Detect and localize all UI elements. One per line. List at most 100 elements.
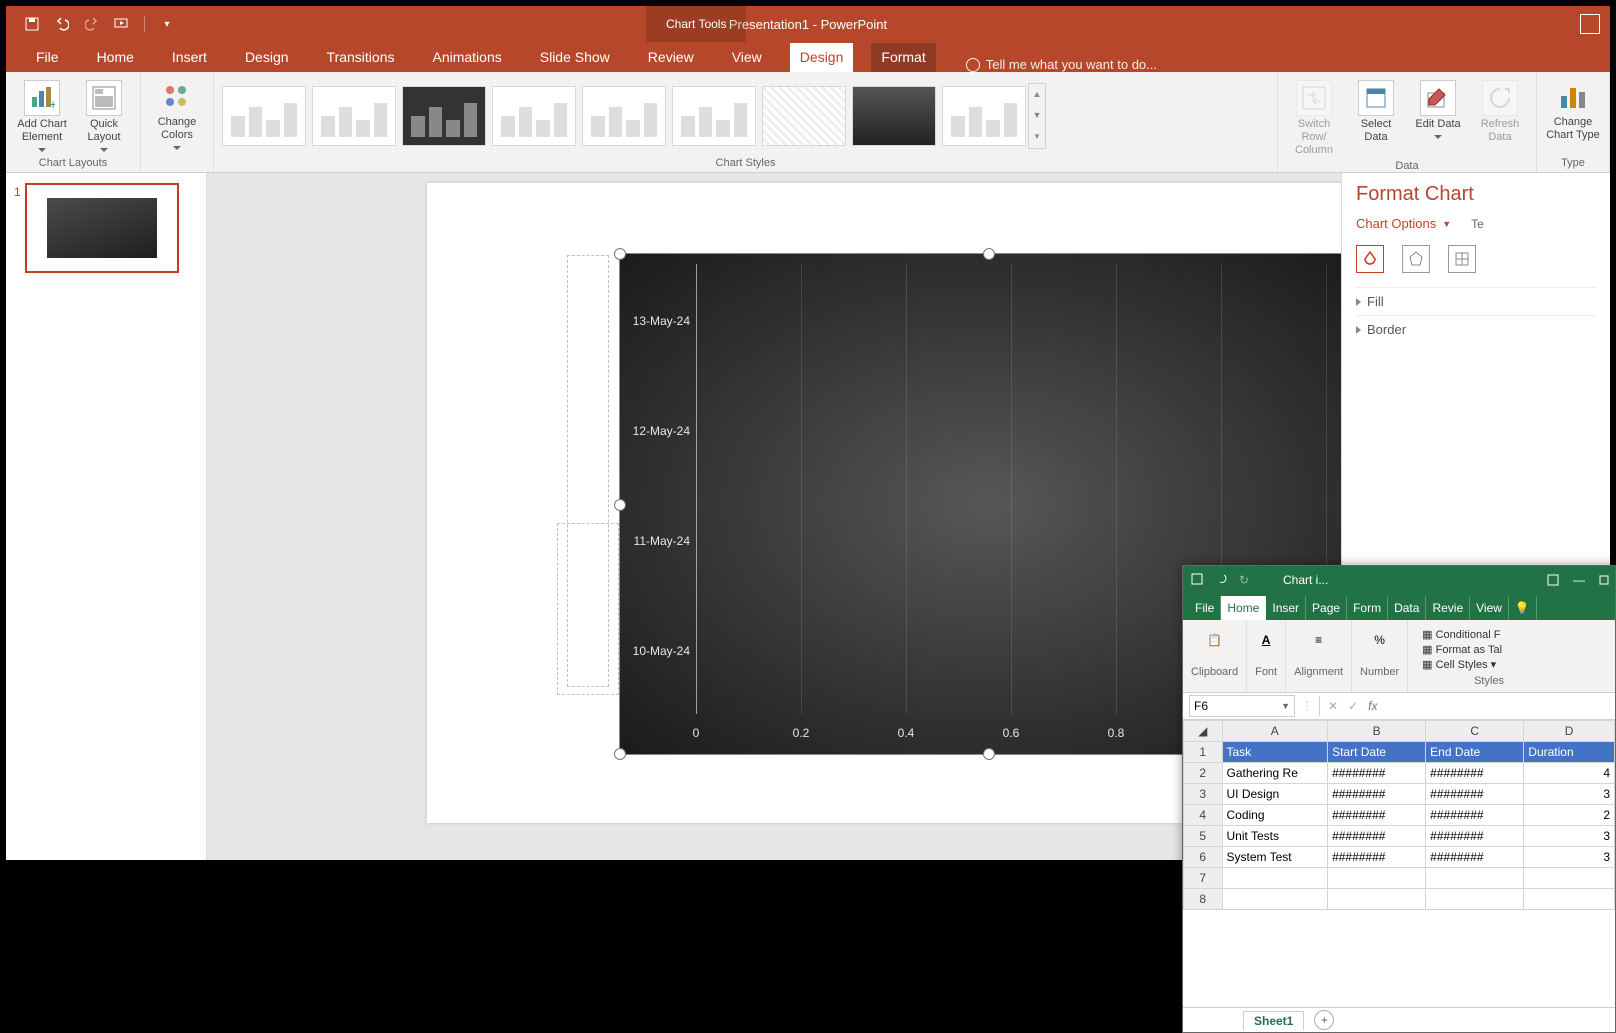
tab-transitions[interactable]: Transitions: [317, 43, 405, 72]
chart-style-6[interactable]: [672, 86, 756, 146]
gallery-scroll[interactable]: ▲▼▾: [1028, 83, 1046, 149]
cell-styles-button[interactable]: ▦ Cell Styles ▾: [1422, 658, 1502, 671]
change-chart-type-button[interactable]: Change Chart Type: [1545, 76, 1601, 142]
excel-title: Chart i...: [1283, 573, 1328, 587]
excel-tab-review[interactable]: Revie: [1426, 596, 1470, 620]
excel-tab-page[interactable]: Page: [1306, 596, 1347, 620]
alignment-icon[interactable]: ≡: [1294, 624, 1343, 656]
change-colors-button[interactable]: Change Colors: [149, 76, 205, 150]
undo-icon[interactable]: [54, 16, 70, 32]
number-icon[interactable]: %: [1360, 624, 1399, 656]
gallery-more-icon[interactable]: ▾: [1029, 126, 1045, 147]
tab-slideshow[interactable]: Slide Show: [530, 43, 620, 72]
chart-style-2[interactable]: [312, 86, 396, 146]
chart-options-dropdown[interactable]: Chart Options ▼: [1356, 216, 1451, 231]
chevron-down-icon[interactable]: ▼: [1029, 105, 1045, 126]
format-as-table-button[interactable]: ▦ Format as Tal: [1422, 643, 1502, 656]
tab-file[interactable]: File: [26, 43, 69, 72]
excel-tab-home[interactable]: Home: [1221, 596, 1266, 620]
chart-style-7[interactable]: [762, 86, 846, 146]
col-A[interactable]: A: [1222, 721, 1328, 742]
slide-canvas[interactable]: 13-May-24 12-May-24 11-May-24 10-May-24 …: [207, 173, 1341, 860]
excel-save-icon[interactable]: [1191, 573, 1205, 587]
excel-chart-data-window[interactable]: ↻ Chart i... — File Home Inser Page Form…: [1182, 565, 1616, 1033]
clipboard-icon[interactable]: 📋: [1191, 624, 1238, 656]
table-row: 3UI Design################3: [1184, 784, 1615, 805]
slide-thumbnail-pane[interactable]: 1: [6, 173, 207, 860]
font-icon[interactable]: A: [1255, 624, 1277, 656]
excel-tab-view[interactable]: View: [1470, 596, 1509, 620]
excel-tab-file[interactable]: File: [1189, 596, 1221, 620]
y-tick-1: 11-May-24: [626, 534, 690, 548]
formula-bar-row: F6▼ ⋮ ✕ ✓ fx: [1183, 693, 1615, 720]
redo-icon[interactable]: [84, 16, 100, 32]
chart-style-3[interactable]: [402, 86, 486, 146]
tab-view[interactable]: View: [722, 43, 772, 72]
formula-bar[interactable]: ✕ ✓ fx: [1319, 696, 1609, 716]
chart-style-9[interactable]: [942, 86, 1026, 146]
chart-style-5[interactable]: [582, 86, 666, 146]
slide-number: 1: [14, 185, 21, 273]
chevron-up-icon[interactable]: ▲: [1029, 84, 1045, 105]
table-row: 4Coding################2: [1184, 805, 1615, 826]
table-row: 8: [1184, 889, 1615, 910]
col-D[interactable]: D: [1524, 721, 1615, 742]
excel-undo-icon[interactable]: [1215, 573, 1229, 587]
format-pane-title: Format Chart: [1356, 183, 1596, 206]
col-C[interactable]: C: [1426, 721, 1524, 742]
sheet-tab-1[interactable]: Sheet1: [1243, 1011, 1304, 1030]
excel-full-icon[interactable]: [1547, 574, 1559, 586]
col-B[interactable]: B: [1328, 721, 1426, 742]
tab-home[interactable]: Home: [87, 43, 144, 72]
svg-text:+: +: [49, 96, 55, 111]
maximize-icon[interactable]: [1580, 14, 1600, 34]
excel-redo-icon[interactable]: ↻: [1239, 573, 1253, 587]
save-icon[interactable]: [24, 16, 40, 32]
customize-qat-icon[interactable]: ▾: [159, 16, 175, 32]
cancel-icon[interactable]: ✕: [1328, 699, 1338, 713]
text-options-tab[interactable]: Te: [1471, 217, 1484, 231]
tab-review[interactable]: Review: [638, 43, 704, 72]
fill-section[interactable]: Fill: [1356, 287, 1596, 315]
add-chart-element-button[interactable]: + Add Chart Element: [14, 76, 70, 152]
new-sheet-button[interactable]: +: [1314, 1010, 1334, 1030]
tab-chart-format[interactable]: Format: [871, 43, 935, 72]
ribbon: + Add Chart Element Quick Layout Chart L…: [6, 72, 1610, 173]
chart-style-4[interactable]: [492, 86, 576, 146]
start-from-beginning-icon[interactable]: [114, 16, 130, 32]
placeholder-box[interactable]: [557, 523, 619, 695]
quick-layout-button[interactable]: Quick Layout: [76, 76, 132, 152]
conditional-formatting-button[interactable]: ▦ Conditional F: [1422, 628, 1502, 641]
group-label-data: Data: [1286, 158, 1528, 175]
tab-animations[interactable]: Animations: [422, 43, 511, 72]
fill-line-tab-icon[interactable]: [1356, 245, 1384, 273]
slide-thumbnail-1[interactable]: [25, 183, 179, 273]
size-properties-tab-icon[interactable]: [1448, 245, 1476, 273]
name-box[interactable]: F6▼: [1189, 695, 1295, 717]
chart-style-8[interactable]: [852, 86, 936, 146]
tab-design[interactable]: Design: [235, 43, 299, 72]
chart-style-1[interactable]: [222, 86, 306, 146]
tell-me[interactable]: Tell me what you want to do...: [966, 57, 1157, 72]
excel-tab-data[interactable]: Data: [1388, 596, 1426, 620]
select-data-button[interactable]: Select Data: [1348, 76, 1404, 158]
fx-icon[interactable]: fx: [1368, 699, 1377, 713]
select-all-corner[interactable]: ◢: [1184, 721, 1223, 742]
excel-tab-insert[interactable]: Inser: [1266, 596, 1306, 620]
change-chart-type-icon: [1556, 80, 1590, 114]
border-section[interactable]: Border: [1356, 315, 1596, 343]
excel-tab-formulas[interactable]: Form: [1347, 596, 1388, 620]
x-tick-2: 0.4: [898, 726, 915, 740]
excel-maximize-icon[interactable]: [1599, 575, 1609, 585]
excel-minimize-icon[interactable]: —: [1573, 573, 1585, 587]
excel-tell-me-icon[interactable]: 💡: [1509, 596, 1537, 620]
edit-data-button[interactable]: Edit Data: [1410, 76, 1466, 158]
group-label-type: Type: [1545, 155, 1601, 172]
effects-tab-icon[interactable]: [1402, 245, 1430, 273]
enter-icon[interactable]: ✓: [1348, 699, 1358, 713]
sheet-tabs-bar: Sheet1 +: [1183, 1007, 1615, 1032]
tab-chart-design[interactable]: Design: [790, 43, 854, 72]
group-label-chart-styles: Chart Styles: [222, 155, 1269, 172]
worksheet-grid[interactable]: ◢ A B C D 1 Task Start Date End Date Dur…: [1183, 720, 1615, 1007]
tab-insert[interactable]: Insert: [162, 43, 217, 72]
